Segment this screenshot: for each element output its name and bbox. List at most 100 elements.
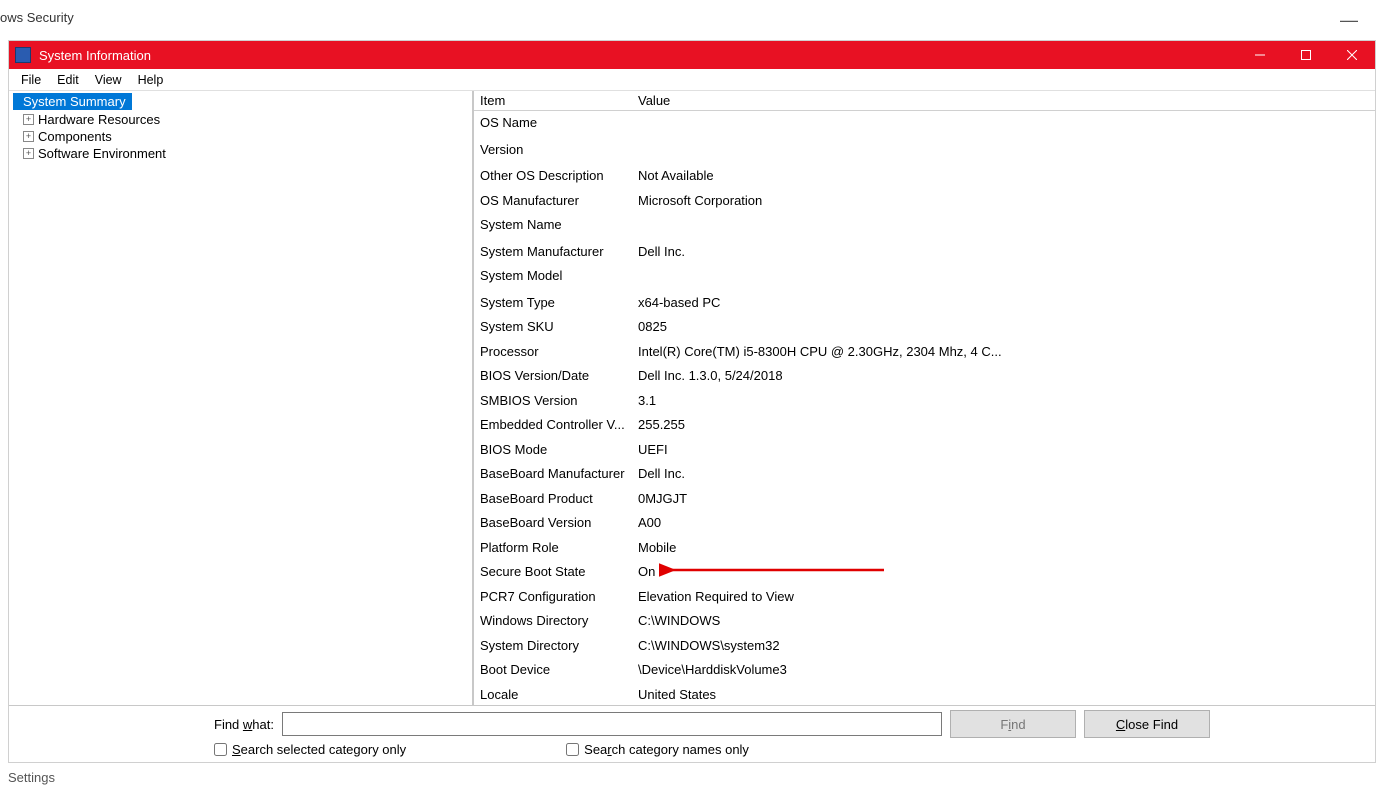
detail-row[interactable]: System Typex64-based PC (474, 291, 1375, 316)
find-what-label: Find what: (214, 717, 274, 732)
detail-item: OS Manufacturer (474, 189, 632, 214)
menu-file[interactable]: File (13, 71, 49, 89)
detail-header[interactable]: Item Value (474, 91, 1375, 111)
search-selected-checkbox-input[interactable] (214, 743, 227, 756)
detail-row[interactable]: Other OS DescriptionNot Available (474, 164, 1375, 189)
detail-item: OS Name (474, 111, 632, 138)
detail-row[interactable]: OS Name (474, 111, 1375, 138)
detail-row[interactable]: Boot Device\Device\HarddiskVolume3 (474, 658, 1375, 683)
find-bar: Find what: Find Close Find Search select… (9, 706, 1375, 762)
menu-view[interactable]: View (87, 71, 130, 89)
detail-row[interactable]: ProcessorIntel(R) Core(TM) i5-8300H CPU … (474, 340, 1375, 365)
detail-row[interactable]: BaseBoard Product0MJGJT (474, 487, 1375, 512)
detail-row[interactable]: Version (474, 138, 1375, 165)
detail-row[interactable]: BIOS ModeUEFI (474, 438, 1375, 463)
detail-value: Dell Inc. 1.3.0, 5/24/2018 (632, 364, 1375, 389)
detail-row[interactable]: Embedded Controller V...255.255 (474, 413, 1375, 438)
detail-item: Locale (474, 683, 632, 706)
detail-item: SMBIOS Version (474, 389, 632, 414)
detail-item: PCR7 Configuration (474, 585, 632, 610)
search-names-label: Search category names only (584, 742, 749, 757)
background-settings-label[interactable]: Settings (8, 770, 55, 785)
menu-edit[interactable]: Edit (49, 71, 87, 89)
detail-value: 0825 (632, 315, 1375, 340)
detail-value: Dell Inc. (632, 462, 1375, 487)
detail-row[interactable]: Secure Boot StateOn (474, 560, 1375, 585)
app-icon (15, 47, 31, 63)
find-input[interactable] (282, 712, 942, 736)
detail-item: System Manufacturer (474, 240, 632, 265)
tree-item[interactable]: +Software Environment (9, 145, 472, 162)
detail-value: C:\WINDOWS\system32 (632, 634, 1375, 659)
detail-item: Version (474, 138, 632, 165)
detail-value: Microsoft Corporation (632, 189, 1375, 214)
search-selected-checkbox[interactable]: Search selected category only (214, 742, 406, 757)
detail-item: Secure Boot State (474, 560, 632, 585)
detail-row[interactable]: OS ManufacturerMicrosoft Corporation (474, 189, 1375, 214)
tree-expand-icon[interactable]: + (23, 114, 34, 125)
titlebar[interactable]: System Information (9, 41, 1375, 69)
window-title: System Information (39, 48, 151, 63)
detail-value: Dell Inc. (632, 240, 1375, 265)
detail-value: Mobile (632, 536, 1375, 561)
background-window-title: ows Security (0, 10, 74, 25)
detail-value: United States (632, 683, 1375, 706)
detail-row[interactable]: PCR7 ConfigurationElevation Required to … (474, 585, 1375, 610)
minimize-button[interactable] (1237, 41, 1283, 69)
detail-value: On (632, 560, 1375, 585)
tree-expand-icon[interactable]: + (23, 131, 34, 142)
close-button[interactable] (1329, 41, 1375, 69)
tree-pane[interactable]: System Summary +Hardware Resources+Compo… (9, 91, 474, 705)
detail-pane[interactable]: Item Value OS Name Version Other OS Desc… (474, 91, 1375, 705)
detail-row[interactable]: BaseBoard VersionA00 (474, 511, 1375, 536)
detail-value: 3.1 (632, 389, 1375, 414)
detail-value: A00 (632, 511, 1375, 536)
detail-row[interactable]: Platform RoleMobile (474, 536, 1375, 561)
column-header-value[interactable]: Value (632, 91, 1375, 110)
maximize-button[interactable] (1283, 41, 1329, 69)
detail-row[interactable]: System Name (474, 213, 1375, 240)
detail-row[interactable]: System DirectoryC:\WINDOWS\system32 (474, 634, 1375, 659)
detail-row[interactable]: LocaleUnited States (474, 683, 1375, 706)
detail-row[interactable]: BIOS Version/DateDell Inc. 1.3.0, 5/24/2… (474, 364, 1375, 389)
detail-item: Processor (474, 340, 632, 365)
detail-row[interactable]: SMBIOS Version3.1 (474, 389, 1375, 414)
detail-item: System Model (474, 264, 632, 291)
detail-value: Elevation Required to View (632, 585, 1375, 610)
search-names-checkbox[interactable]: Search category names only (566, 742, 749, 757)
content-area: System Summary +Hardware Resources+Compo… (9, 91, 1375, 706)
menu-help[interactable]: Help (130, 71, 172, 89)
close-find-button[interactable]: Close Find (1084, 710, 1210, 738)
detail-item: BaseBoard Product (474, 487, 632, 512)
detail-item: System Directory (474, 634, 632, 659)
detail-row[interactable]: BaseBoard ManufacturerDell Inc. (474, 462, 1375, 487)
detail-value: x64-based PC (632, 291, 1375, 316)
detail-row[interactable]: System ManufacturerDell Inc. (474, 240, 1375, 265)
detail-row[interactable]: Windows DirectoryC:\WINDOWS (474, 609, 1375, 634)
detail-value: 255.255 (632, 413, 1375, 438)
detail-value: UEFI (632, 438, 1375, 463)
tree-expand-icon[interactable]: + (23, 148, 34, 159)
search-selected-label: Search selected category only (232, 742, 406, 757)
detail-value (632, 111, 1375, 138)
system-information-window: System Information File Edit View Help S… (8, 40, 1376, 763)
menubar: File Edit View Help (9, 69, 1375, 91)
detail-value (632, 213, 1375, 240)
detail-item: System Name (474, 213, 632, 240)
detail-value: C:\WINDOWS (632, 609, 1375, 634)
column-header-item[interactable]: Item (474, 91, 632, 110)
detail-item: BaseBoard Version (474, 511, 632, 536)
detail-item: BIOS Version/Date (474, 364, 632, 389)
detail-value: \Device\HarddiskVolume3 (632, 658, 1375, 683)
tree-root-system-summary[interactable]: System Summary (13, 93, 132, 110)
search-names-checkbox-input[interactable] (566, 743, 579, 756)
detail-row[interactable]: System Model (474, 264, 1375, 291)
detail-item: Platform Role (474, 536, 632, 561)
detail-value (632, 264, 1375, 291)
find-button[interactable]: Find (950, 710, 1076, 738)
background-minimize-icon[interactable]: — (1340, 10, 1358, 31)
detail-row[interactable]: System SKU0825 (474, 315, 1375, 340)
tree-item[interactable]: +Components (9, 128, 472, 145)
detail-item: Other OS Description (474, 164, 632, 189)
tree-item[interactable]: +Hardware Resources (9, 111, 472, 128)
